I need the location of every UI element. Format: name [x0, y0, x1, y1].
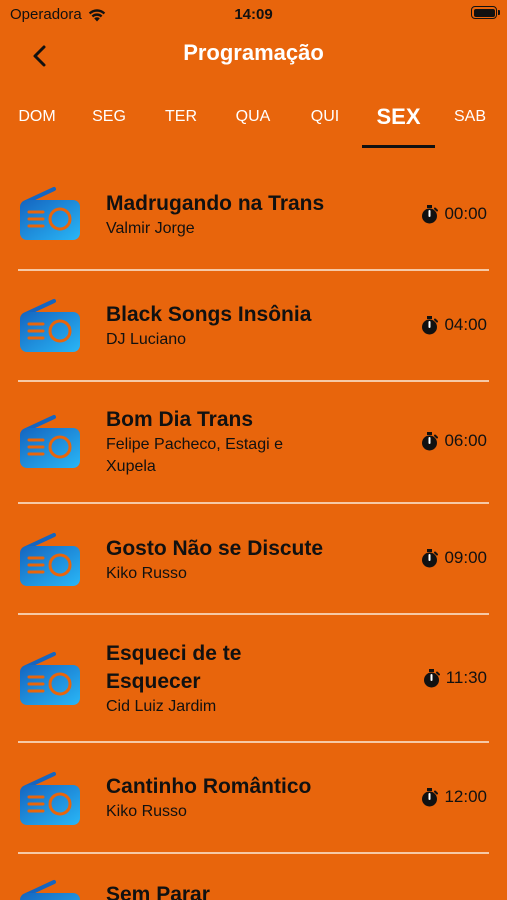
- tab-sex[interactable]: SEX: [362, 92, 435, 142]
- day-tabs: DOM SEG TER QUA QUI SEX SAB: [0, 92, 507, 148]
- active-tab-indicator: [362, 145, 435, 148]
- navigation-bar: Programação: [0, 30, 507, 82]
- program-host: Valmir Jorge: [106, 220, 195, 237]
- stopwatch-icon: [422, 668, 440, 688]
- page-title: Programação: [183, 40, 324, 65]
- tab-qui[interactable]: QUI: [290, 92, 360, 142]
- program-time-label: 06:00: [444, 431, 487, 450]
- list-item[interactable]: Madrugando na Trans Valmir Jorge 00:00: [0, 158, 507, 271]
- radio-icon: [18, 299, 82, 354]
- program-time: 00:00: [421, 204, 487, 224]
- radio-icon: [18, 880, 82, 900]
- program-host: Kiko Russo: [106, 803, 187, 820]
- program-time-label: 09:00: [444, 548, 487, 567]
- status-bar: Operadora 14:09: [0, 0, 507, 30]
- stopwatch-icon: [421, 548, 439, 568]
- program-time-label: 04:00: [444, 315, 487, 334]
- program-title: Black Songs Insônia: [106, 303, 312, 326]
- list-item[interactable]: Sem Parar: [0, 853, 507, 900]
- battery-icon: [471, 6, 500, 19]
- tab-qua[interactable]: QUA: [218, 92, 288, 142]
- stopwatch-icon: [421, 204, 439, 224]
- program-time: 04:00: [421, 315, 487, 335]
- program-time: 06:00: [421, 431, 487, 451]
- tab-ter[interactable]: TER: [146, 92, 216, 142]
- list-item[interactable]: Esqueci de te Esquecer Cid Luiz Jardim 1…: [0, 614, 507, 743]
- program-host: Cid Luiz Jardim: [106, 698, 217, 715]
- program-time: 09:00: [421, 548, 487, 568]
- program-host: DJ Luciano: [106, 331, 187, 348]
- program-title: Cantinho Romântico: [106, 775, 312, 798]
- program-time: 11:30: [422, 668, 487, 688]
- list-item[interactable]: Gosto Não se Discute Kiko Russo 09:00: [0, 503, 507, 615]
- tab-seg[interactable]: SEG: [74, 92, 144, 142]
- radio-icon: [18, 187, 82, 242]
- program-title: Sem Parar: [106, 883, 210, 900]
- tab-dom[interactable]: DOM: [2, 92, 72, 142]
- stopwatch-icon: [421, 787, 439, 807]
- program-title: Madrugando na Trans: [106, 192, 325, 215]
- stopwatch-icon: [421, 315, 439, 335]
- radio-icon: [18, 652, 82, 707]
- program-time-label: 12:00: [444, 787, 487, 806]
- stopwatch-icon: [421, 431, 439, 451]
- list-item[interactable]: Cantinho Romântico Kiko Russo 12:00: [0, 742, 507, 854]
- program-time-label: 00:00: [444, 204, 487, 223]
- program-time: 12:00: [421, 787, 487, 807]
- status-time: 14:09: [234, 6, 273, 23]
- program-title: Esqueci de te Esquecer: [106, 642, 242, 693]
- tab-sab[interactable]: SAB: [436, 92, 504, 142]
- list-item[interactable]: Bom Dia Trans Felipe Pacheco, Estagi e X…: [0, 381, 507, 504]
- program-host: Felipe Pacheco, Estagi e Xupela: [106, 436, 283, 475]
- program-time-label: 11:30: [445, 668, 487, 687]
- program-title: Gosto Não se Discute: [106, 537, 324, 560]
- radio-icon: [18, 772, 82, 827]
- list-item[interactable]: Black Songs Insônia DJ Luciano 04:00: [0, 270, 507, 382]
- radio-icon: [18, 415, 82, 470]
- radio-icon: [18, 533, 82, 588]
- program-host: Kiko Russo: [106, 565, 187, 582]
- program-title: Bom Dia Trans: [106, 408, 254, 431]
